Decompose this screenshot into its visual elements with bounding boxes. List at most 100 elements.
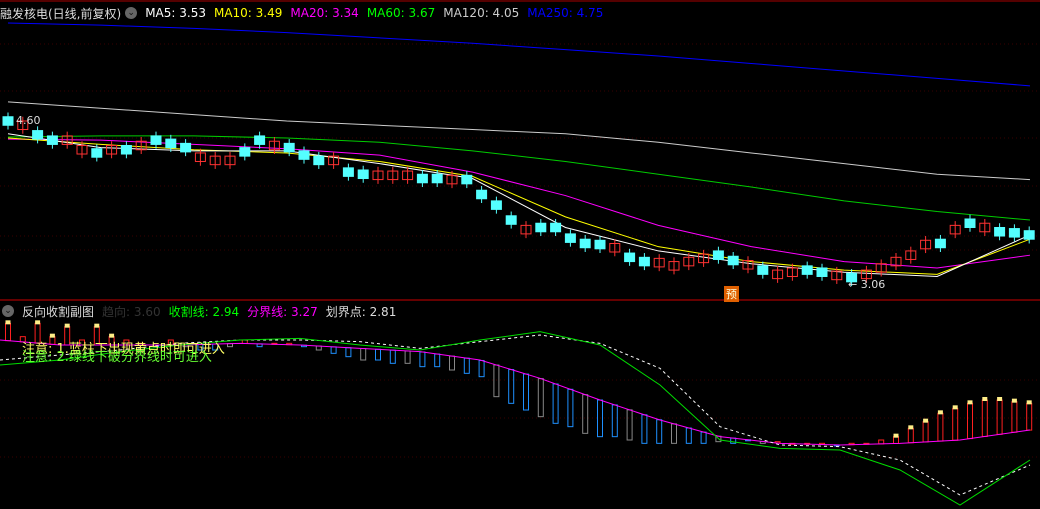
yellow-dot xyxy=(937,410,943,415)
indicator-bar xyxy=(552,383,559,424)
candle-body xyxy=(431,173,443,184)
candle-body xyxy=(934,238,946,249)
ma-line-ma60 xyxy=(7,135,1031,221)
indicator-bar xyxy=(611,404,618,438)
indicator-bar xyxy=(1026,402,1033,431)
note-2: 注意: 2.绿线下破分界线时可进入 xyxy=(22,350,212,365)
indicator-bar xyxy=(893,436,899,444)
candle-body xyxy=(816,267,828,277)
ma-label: MA20: 3.34 xyxy=(290,6,359,20)
indicator-label: 收割线: 2.94 xyxy=(168,304,240,319)
indicator-bar xyxy=(523,373,529,411)
candle-body xyxy=(550,222,562,233)
yellow-dot xyxy=(967,400,973,405)
indicator-bar xyxy=(360,348,367,361)
candle-body xyxy=(46,135,58,145)
candle-body xyxy=(165,138,177,149)
candle-body xyxy=(476,189,488,200)
candle-body xyxy=(32,130,44,140)
ma-label: MA120: 4.05 xyxy=(443,6,520,20)
candle-body xyxy=(91,148,103,158)
indicator-bar xyxy=(5,322,11,342)
chevron-down-icon[interactable]: ⌄ xyxy=(2,305,14,317)
indicator-bar xyxy=(419,351,426,368)
low-price-label: ← 3.06 xyxy=(848,278,886,291)
candle-body xyxy=(298,150,310,160)
stock-title: 融发核电(日线,前复权) xyxy=(0,6,122,21)
sub-title: 反向收割副图 xyxy=(22,304,95,319)
candle-body xyxy=(357,169,369,180)
indicator-bar xyxy=(375,348,381,361)
candle-body xyxy=(313,155,325,166)
ma-label: MA250: 4.75 xyxy=(527,6,604,20)
ma-line-ma250 xyxy=(7,22,1031,87)
indicator-bar xyxy=(330,346,337,354)
ma-line-ma5 xyxy=(7,133,1031,277)
indicator-bar xyxy=(907,427,914,444)
yellow-dot xyxy=(1026,400,1032,405)
indicator-bar xyxy=(478,359,485,378)
stock-chart xyxy=(0,0,1040,506)
candle-body xyxy=(757,265,769,275)
indicator-bar xyxy=(493,364,500,398)
candle-body xyxy=(461,174,473,185)
ma-label: MA10: 3.49 xyxy=(213,6,283,20)
indicator-bar xyxy=(937,412,944,442)
candle-body xyxy=(594,239,606,250)
yellow-dot xyxy=(94,323,100,328)
candle-body xyxy=(564,233,576,243)
ma-line-ma10 xyxy=(7,137,1031,275)
low-price-value: 3.06 xyxy=(860,278,886,291)
indicator-bar xyxy=(641,414,648,444)
indicator-bar xyxy=(1011,401,1018,433)
candle-body xyxy=(1008,228,1020,238)
indicator-bar xyxy=(671,423,677,444)
indicator-bar xyxy=(626,409,633,441)
candle-body xyxy=(638,256,650,267)
yellow-dot xyxy=(997,397,1003,401)
indicator-bar xyxy=(389,349,396,364)
candle-body xyxy=(712,250,724,260)
indicator-bar xyxy=(449,355,455,371)
candle-body xyxy=(283,142,295,153)
indicator-bar xyxy=(996,399,1003,435)
indicator-bar xyxy=(967,402,973,440)
yellow-dot xyxy=(5,320,11,325)
candle-body xyxy=(342,167,354,177)
indicator-label: 趋向: 3.60 xyxy=(102,304,161,319)
candle-body xyxy=(150,135,162,145)
sub-header: ⌄ 反向收割副图 趋向: 3.60 收割线: 2.94 分界线: 3.27 划界… xyxy=(0,302,404,320)
indicator-bar xyxy=(463,357,470,374)
candle-body xyxy=(624,252,636,263)
yellow-dot xyxy=(893,433,899,438)
yellow-dot xyxy=(908,425,914,430)
yellow-dot xyxy=(35,320,41,325)
yellow-dot xyxy=(923,418,929,423)
indicator-bar xyxy=(537,378,544,418)
candle-body xyxy=(120,144,132,155)
yellow-dot xyxy=(952,405,958,410)
candle-body xyxy=(1023,230,1035,240)
indicator-bar xyxy=(922,421,929,443)
indicator-bar xyxy=(567,388,574,428)
indicator-bar xyxy=(878,439,885,445)
indicator-bar xyxy=(582,394,589,434)
indicator-bar xyxy=(404,350,411,364)
main-header: 融发核电(日线,前复权) ⌄ MA5: 3.53 MA10: 3.49 MA20… xyxy=(0,4,611,22)
ma-label: MA5: 3.53 xyxy=(145,6,206,20)
candle-body xyxy=(801,265,813,275)
indicator-bar xyxy=(345,347,352,358)
indicator-bar xyxy=(700,431,707,444)
candle-body xyxy=(964,218,976,228)
candle-body xyxy=(727,255,739,266)
yellow-dot xyxy=(982,397,988,401)
indicator-bar xyxy=(685,427,692,444)
candle-body xyxy=(2,116,14,126)
indicator-bar xyxy=(656,419,663,444)
yellow-dot xyxy=(64,323,70,328)
yellow-dot xyxy=(1011,398,1017,403)
chevron-down-icon[interactable]: ⌄ xyxy=(125,7,138,19)
candle-body xyxy=(994,227,1006,237)
candle-body xyxy=(180,142,192,153)
indicator-bar xyxy=(434,353,441,368)
